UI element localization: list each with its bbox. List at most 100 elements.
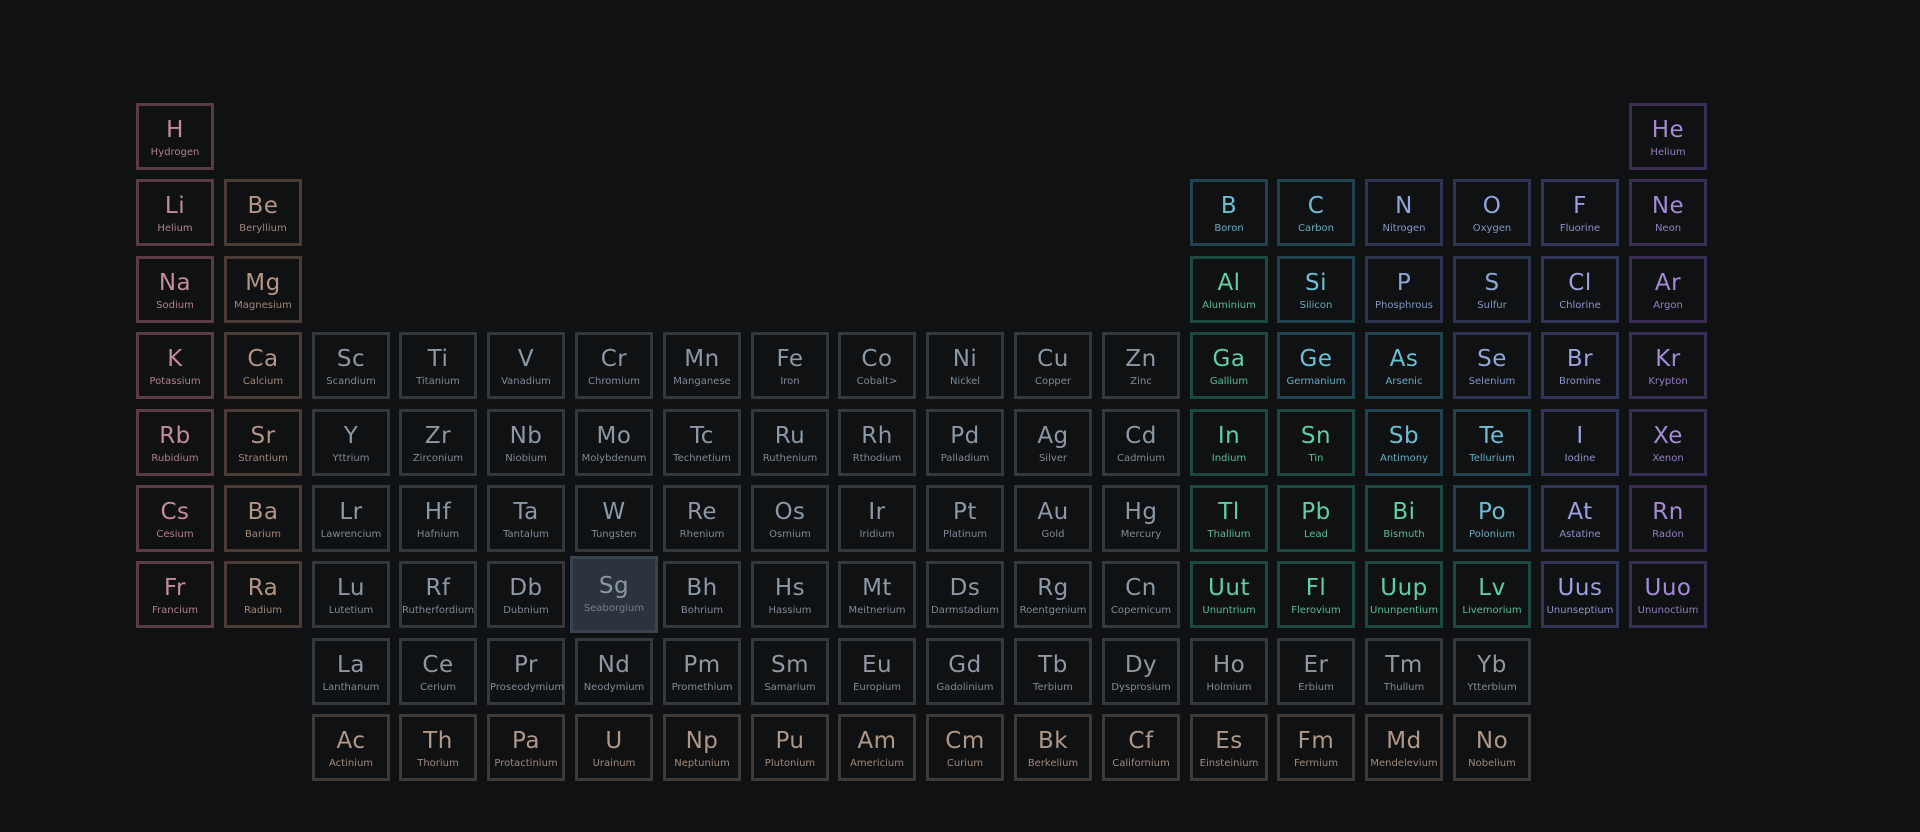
element-sg[interactable]: Sg Seaborgium xyxy=(570,556,658,633)
element-v[interactable]: V Vanadium xyxy=(487,332,565,399)
element-gd[interactable]: Gd Gadolinium xyxy=(926,638,1004,705)
element-md[interactable]: Md Mendelevium xyxy=(1365,714,1443,781)
element-eu[interactable]: Eu Europium xyxy=(838,638,916,705)
element-pb[interactable]: Pb Lead xyxy=(1277,485,1355,552)
element-ga[interactable]: Ga Gallium xyxy=(1190,332,1268,399)
element-rn[interactable]: Rn Radon xyxy=(1629,485,1707,552)
element-mg[interactable]: Mg Magnesium xyxy=(224,256,302,323)
element-re[interactable]: Re Rhenium xyxy=(663,485,741,552)
element-u[interactable]: U Urainum xyxy=(575,714,653,781)
element-bh[interactable]: Bh Bohrium xyxy=(663,561,741,628)
element-th[interactable]: Th Thorium xyxy=(399,714,477,781)
element-er[interactable]: Er Erbium xyxy=(1277,638,1355,705)
element-rg[interactable]: Rg Roentgenium xyxy=(1014,561,1092,628)
element-fr[interactable]: Fr Francium xyxy=(136,561,214,628)
element-pm[interactable]: Pm Promethium xyxy=(663,638,741,705)
element-tc[interactable]: Tc Technetium xyxy=(663,409,741,476)
element-ba[interactable]: Ba Barium xyxy=(224,485,302,552)
element-pr[interactable]: Pr Proseodymium xyxy=(487,638,565,705)
element-xe[interactable]: Xe Xenon xyxy=(1629,409,1707,476)
element-sc[interactable]: Sc Scandium xyxy=(312,332,390,399)
element-uut[interactable]: Uut Ununtrium xyxy=(1190,561,1268,628)
element-ho[interactable]: Ho Holmium xyxy=(1190,638,1268,705)
element-fm[interactable]: Fm Fermium xyxy=(1277,714,1355,781)
element-ac[interactable]: Ac Actinium xyxy=(312,714,390,781)
element-i[interactable]: I Iodine xyxy=(1541,409,1619,476)
element-ca[interactable]: Ca Calcium xyxy=(224,332,302,399)
element-sm[interactable]: Sm Samarium xyxy=(751,638,829,705)
element-sr[interactable]: Sr Strantium xyxy=(224,409,302,476)
element-mt[interactable]: Mt Meitnerium xyxy=(838,561,916,628)
element-lv[interactable]: Lv Livemorium xyxy=(1453,561,1531,628)
element-lu[interactable]: Lu Lutetium xyxy=(312,561,390,628)
element-ce[interactable]: Ce Cerium xyxy=(399,638,477,705)
element-si[interactable]: Si Silicon xyxy=(1277,256,1355,323)
element-np[interactable]: Np Neptunium xyxy=(663,714,741,781)
element-os[interactable]: Os Osmium xyxy=(751,485,829,552)
element-n[interactable]: N Nitrogen xyxy=(1365,179,1443,246)
element-ta[interactable]: Ta Tantalum xyxy=(487,485,565,552)
element-ne[interactable]: Ne Neon xyxy=(1629,179,1707,246)
element-am[interactable]: Am Americium xyxy=(838,714,916,781)
element-bi[interactable]: Bi Bismuth xyxy=(1365,485,1443,552)
element-pa[interactable]: Pa Protactinium xyxy=(487,714,565,781)
element-br[interactable]: Br Bromine xyxy=(1541,332,1619,399)
element-in[interactable]: In Indium xyxy=(1190,409,1268,476)
element-al[interactable]: Al Aluminium xyxy=(1190,256,1268,323)
element-he[interactable]: He Helium xyxy=(1629,103,1707,170)
element-ge[interactable]: Ge Germanium xyxy=(1277,332,1355,399)
element-tb[interactable]: Tb Terbium xyxy=(1014,638,1092,705)
element-cs[interactable]: Cs Cesium xyxy=(136,485,214,552)
element-fl[interactable]: Fl Flerovium xyxy=(1277,561,1355,628)
element-uup[interactable]: Uup Ununpentium xyxy=(1365,561,1443,628)
element-zn[interactable]: Zn Zinc xyxy=(1102,332,1180,399)
element-na[interactable]: Na Sodium xyxy=(136,256,214,323)
element-te[interactable]: Te Tellurium xyxy=(1453,409,1531,476)
element-bk[interactable]: Bk Berkelium xyxy=(1014,714,1092,781)
element-mo[interactable]: Mo Molybdenum xyxy=(575,409,653,476)
element-sn[interactable]: Sn Tin xyxy=(1277,409,1355,476)
element-hg[interactable]: Hg Mercury xyxy=(1102,485,1180,552)
element-tl[interactable]: Tl Thallium xyxy=(1190,485,1268,552)
element-fe[interactable]: Fe Iron xyxy=(751,332,829,399)
element-cl[interactable]: Cl Chlorine xyxy=(1541,256,1619,323)
element-pt[interactable]: Pt Platinum xyxy=(926,485,1004,552)
element-be[interactable]: Be Beryllium xyxy=(224,179,302,246)
element-uus[interactable]: Uus Ununseptium xyxy=(1541,561,1619,628)
element-db[interactable]: Db Dubnium xyxy=(487,561,565,628)
element-rf[interactable]: Rf Rutherfordium xyxy=(399,561,477,628)
element-dy[interactable]: Dy Dysprosium xyxy=(1102,638,1180,705)
element-no[interactable]: No Nobelium xyxy=(1453,714,1531,781)
element-lr[interactable]: Lr Lawrencium xyxy=(312,485,390,552)
element-ds[interactable]: Ds Darmstadium xyxy=(926,561,1004,628)
element-ar[interactable]: Ar Argon xyxy=(1629,256,1707,323)
element-yb[interactable]: Yb Ytterbium xyxy=(1453,638,1531,705)
element-es[interactable]: Es Einsteinium xyxy=(1190,714,1268,781)
element-c[interactable]: C Carbon xyxy=(1277,179,1355,246)
element-cu[interactable]: Cu Copper xyxy=(1014,332,1092,399)
element-ti[interactable]: Ti Titanium xyxy=(399,332,477,399)
element-po[interactable]: Po Polonium xyxy=(1453,485,1531,552)
element-w[interactable]: W Tungsten xyxy=(575,485,653,552)
element-nd[interactable]: Nd Neodymium xyxy=(575,638,653,705)
element-zr[interactable]: Zr Zirconium xyxy=(399,409,477,476)
element-nb[interactable]: Nb Niobium xyxy=(487,409,565,476)
element-hf[interactable]: Hf Hafnium xyxy=(399,485,477,552)
element-rb[interactable]: Rb Rubidium xyxy=(136,409,214,476)
element-ru[interactable]: Ru Ruthenium xyxy=(751,409,829,476)
element-b[interactable]: B Boron xyxy=(1190,179,1268,246)
element-au[interactable]: Au Gold xyxy=(1014,485,1092,552)
element-uuo[interactable]: Uuo Ununoctium xyxy=(1629,561,1707,628)
element-y[interactable]: Y Yttrium xyxy=(312,409,390,476)
element-la[interactable]: La Lanthanum xyxy=(312,638,390,705)
element-cd[interactable]: Cd Cadmium xyxy=(1102,409,1180,476)
element-cm[interactable]: Cm Curium xyxy=(926,714,1004,781)
element-as[interactable]: As Arsenic xyxy=(1365,332,1443,399)
element-hs[interactable]: Hs Hassium xyxy=(751,561,829,628)
element-mn[interactable]: Mn Manganese xyxy=(663,332,741,399)
element-ni[interactable]: Ni Nickel xyxy=(926,332,1004,399)
element-cr[interactable]: Cr Chromium xyxy=(575,332,653,399)
element-cn[interactable]: Cn Copernicum xyxy=(1102,561,1180,628)
element-ra[interactable]: Ra Radium xyxy=(224,561,302,628)
element-s[interactable]: S Sulfur xyxy=(1453,256,1531,323)
